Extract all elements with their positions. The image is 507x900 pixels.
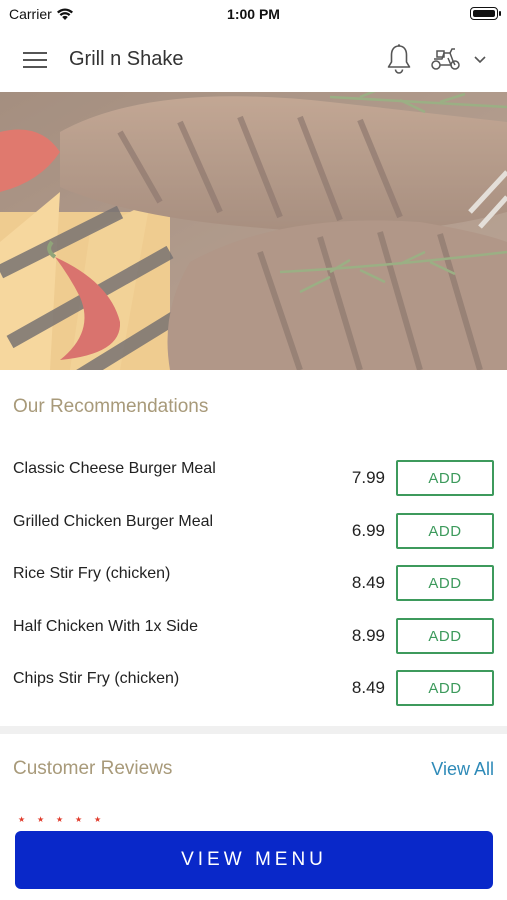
star-icon: ★ xyxy=(94,815,102,824)
notifications-button[interactable] xyxy=(384,43,414,75)
status-time: 1:00 PM xyxy=(227,6,280,22)
menu-item-name: Half Chicken With 1x Side xyxy=(13,618,198,635)
scooter-icon xyxy=(431,48,460,70)
menu-item-row: Half Chicken With 1x Side 8.99 ADD xyxy=(0,618,507,658)
menu-item-price: 8.49 xyxy=(351,678,385,697)
add-to-cart-button[interactable]: ADD xyxy=(396,618,494,654)
menu-item-name: Rice Stir Fry (chicken) xyxy=(13,565,171,582)
section-divider xyxy=(0,726,507,734)
add-to-cart-button[interactable]: ADD xyxy=(396,460,494,496)
menu-item-name: Grilled Chicken Burger Meal xyxy=(13,513,214,530)
menu-item-name: Chips Stir Fry (chicken) xyxy=(13,670,180,687)
bell-icon xyxy=(387,44,411,74)
reviews-title: Customer Reviews xyxy=(13,758,173,779)
rating-stars: ★ ★ ★ ★ ★ xyxy=(18,815,102,824)
star-icon: ★ xyxy=(75,815,83,824)
menu-item-price: 6.99 xyxy=(351,521,385,540)
star-icon: ★ xyxy=(37,815,45,824)
star-icon: ★ xyxy=(56,815,64,824)
menu-item-row: Classic Cheese Burger Meal 7.99 ADD xyxy=(0,460,507,500)
hamburger-icon xyxy=(23,52,47,68)
menu-item-name: Classic Cheese Burger Meal xyxy=(13,460,216,477)
hamburger-menu-button[interactable] xyxy=(20,46,50,74)
hero-banner-image xyxy=(0,92,507,370)
add-to-cart-button[interactable]: ADD xyxy=(396,670,494,706)
recommendations-section: Our Recommendations Classic Cheese Burge… xyxy=(0,370,507,726)
battery-icon xyxy=(470,7,501,20)
recommendations-title: Our Recommendations xyxy=(13,396,209,417)
view-menu-button[interactable]: VIEW MENU xyxy=(15,831,493,889)
view-all-reviews-link[interactable]: View All xyxy=(431,759,494,780)
status-bar: Carrier 1:00 PM xyxy=(0,0,507,28)
app-header: Grill n Shake xyxy=(0,28,507,92)
add-to-cart-button[interactable]: ADD xyxy=(396,565,494,601)
menu-item-row: Chips Stir Fry (chicken) 8.49 ADD xyxy=(0,670,507,710)
menu-item-price: 8.49 xyxy=(351,573,385,592)
add-to-cart-button[interactable]: ADD xyxy=(396,513,494,549)
delivery-mode-button[interactable] xyxy=(428,44,464,74)
delivery-mode-dropdown[interactable] xyxy=(470,50,490,68)
menu-item-price: 8.99 xyxy=(351,626,385,645)
menu-item-row: Rice Stir Fry (chicken) 8.49 ADD xyxy=(0,565,507,605)
menu-item-row: Grilled Chicken Burger Meal 6.99 ADD xyxy=(0,513,507,553)
menu-item-price: 7.99 xyxy=(351,468,385,487)
star-icon: ★ xyxy=(18,815,26,824)
app-title: Grill n Shake xyxy=(69,48,184,70)
chevron-down-icon xyxy=(474,56,486,64)
